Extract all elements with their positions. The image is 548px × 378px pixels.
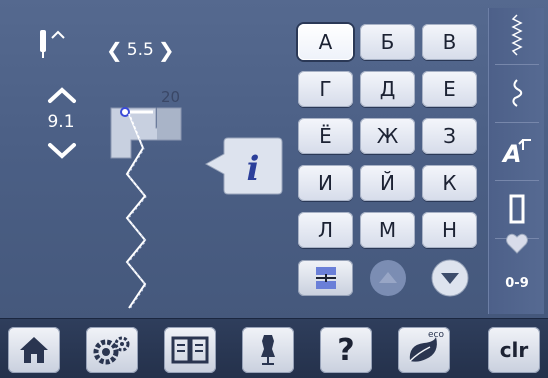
alphabets-button[interactable]: A [492, 126, 542, 176]
stitch-width-control: ❮ 5.5 ❯ [106, 36, 206, 64]
home-button[interactable] [8, 327, 60, 373]
eco-label: eco [428, 330, 444, 340]
letter-button[interactable]: Н [422, 212, 477, 248]
decorative-stitches-button[interactable] [492, 68, 542, 118]
length-increase-button[interactable] [46, 86, 78, 104]
stitch-panel: ❮ 5.5 ❯ 9.1 20 i [6, 8, 286, 314]
letter-button[interactable]: А [298, 24, 353, 60]
tutorial-button[interactable] [164, 327, 216, 373]
alphabet-icon: A [501, 139, 531, 166]
letter-button[interactable]: В [422, 24, 477, 60]
scroll-up-button[interactable] [360, 260, 415, 296]
lines-icon [315, 267, 336, 289]
letter-button[interactable]: М [360, 212, 415, 248]
scroll-down-button[interactable] [422, 259, 477, 297]
letter-button[interactable]: Ё [298, 118, 353, 154]
book-icon [171, 336, 209, 364]
stitch-length-value: 9.1 [47, 112, 75, 132]
numbers-label: 0-9 [505, 275, 529, 291]
width-increase-button[interactable]: ❯ [158, 38, 175, 62]
pattern-number: 20 [161, 88, 181, 106]
sewing-consultant-button[interactable] [242, 327, 294, 373]
gears-icon [93, 336, 130, 365]
length-decrease-button[interactable] [46, 142, 78, 160]
practical-stitches-button[interactable] [492, 10, 542, 60]
decorative-stitch-icon [512, 79, 523, 107]
info-button[interactable]: i [194, 136, 284, 196]
sewing-machine-screen: ❮ 5.5 ❯ 9.1 20 i А Б В Г Д Е Ё Ж З И Й К… [0, 0, 548, 378]
right-category-bar: A 0-9 [488, 8, 544, 314]
letter-button[interactable]: Л [298, 212, 353, 248]
clear-label: clr [499, 338, 529, 362]
help-icon: ? [337, 332, 355, 368]
width-decrease-button[interactable]: ❮ [106, 38, 123, 62]
numbers-button[interactable]: 0-9 [492, 258, 542, 308]
letter-button[interactable]: З [422, 118, 477, 154]
arrow-up-icon [369, 260, 406, 296]
letter-button[interactable]: Г [298, 71, 353, 107]
setup-button[interactable] [86, 327, 138, 373]
letter-button[interactable]: Б [360, 24, 415, 60]
help-button[interactable]: ? [320, 327, 372, 373]
stitch-pattern-preview [110, 107, 182, 310]
heart-icon [506, 233, 528, 254]
svg-text:A: A [501, 140, 522, 166]
straight-stitch-icon [511, 14, 523, 56]
clear-button[interactable]: clr [488, 327, 540, 373]
letter-button[interactable]: Е [422, 71, 477, 107]
needle-position-icon[interactable] [34, 28, 74, 60]
letter-button[interactable]: И [298, 165, 353, 201]
letter-button[interactable]: Д [360, 71, 415, 107]
dress-form-icon [261, 335, 275, 365]
eco-button[interactable]: eco [398, 327, 450, 373]
home-icon [20, 337, 48, 363]
stitch-width-value: 5.5 [126, 40, 154, 60]
bottom-toolbar: ? eco clr [0, 318, 548, 378]
arrow-down-icon [431, 259, 468, 297]
info-icon: i [247, 149, 260, 189]
letter-button[interactable]: Ж [360, 118, 415, 154]
letter-button[interactable]: К [422, 165, 477, 201]
alphabet-mode-button[interactable] [298, 260, 353, 296]
letter-button[interactable]: Й [360, 165, 415, 201]
